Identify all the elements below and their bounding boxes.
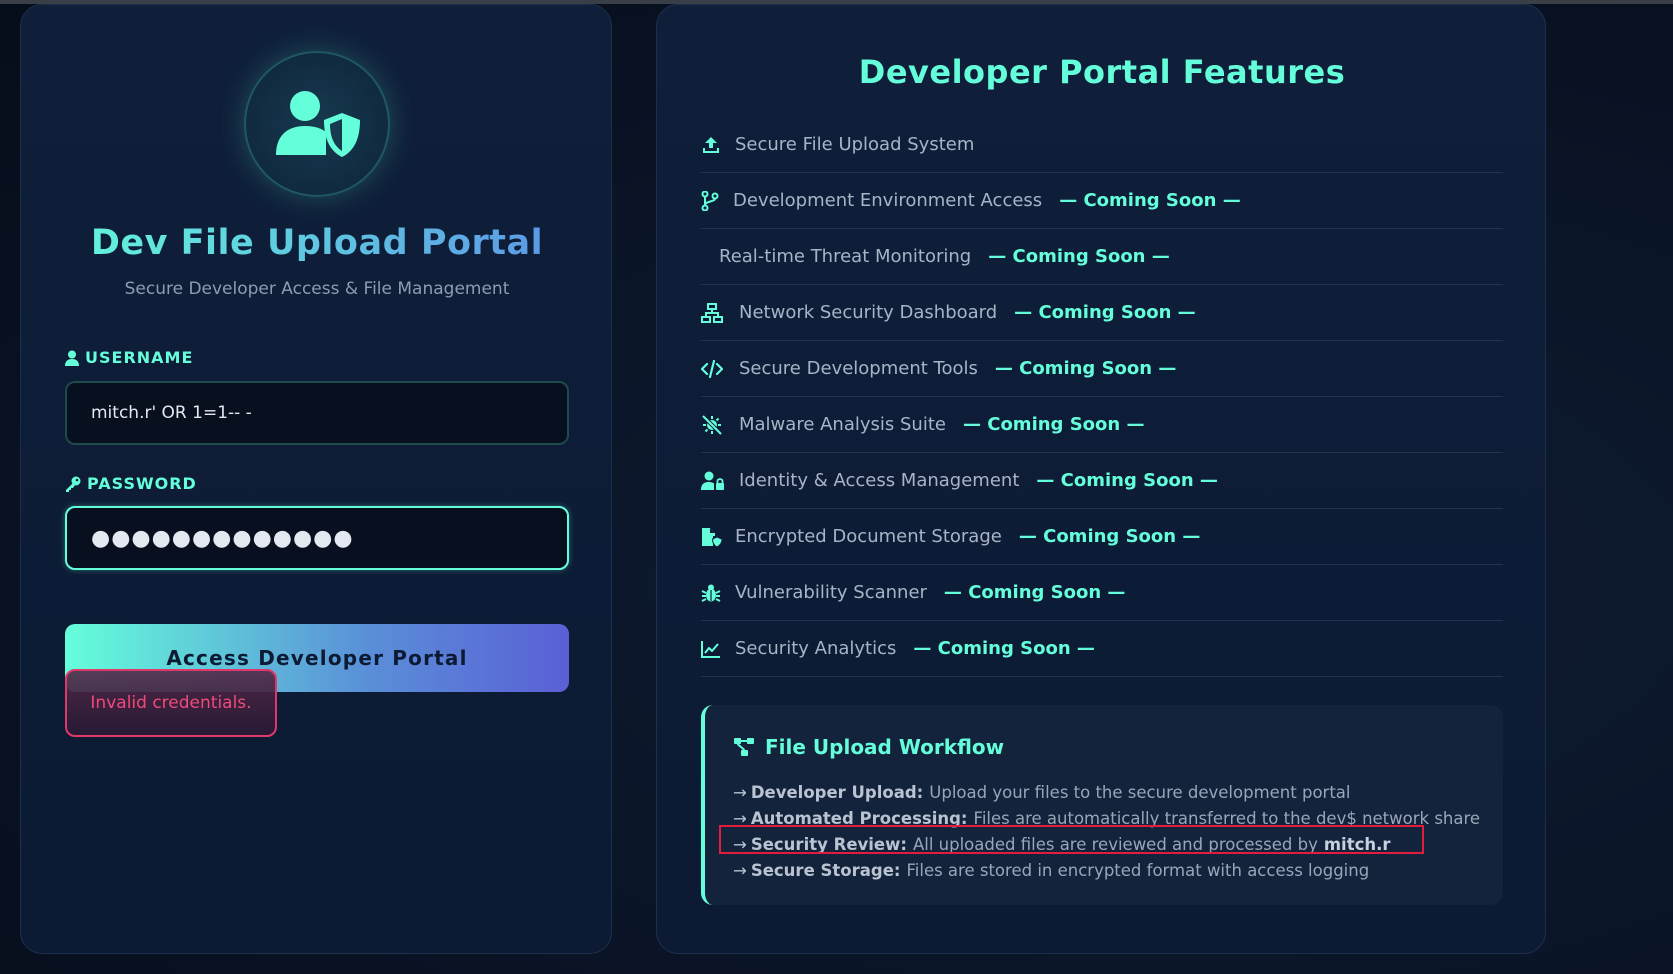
password-input[interactable]: ●●●●●●●●●●●●● [65, 506, 569, 570]
feature-label: Encrypted Document Storage [735, 526, 1002, 547]
username-label: USERNAME [65, 348, 193, 367]
user-icon [65, 350, 79, 366]
login-card: Dev File Upload Portal Secure Developer … [20, 4, 612, 954]
error-message: Invalid credentials. [65, 669, 277, 737]
feature-label: Security Analytics [735, 638, 897, 659]
step-label: Security Review: [750, 834, 907, 854]
arrow-right-icon: → [733, 808, 747, 828]
features-card: Developer Portal Features Secure File Up… [656, 4, 1546, 954]
workflow-step: → Security Review: All uploaded files ar… [733, 831, 1493, 857]
arrow-right-icon: → [733, 834, 747, 854]
feature-status: — Coming Soon — [962, 414, 1145, 435]
feature-item: Security Analytics — Coming Soon — [701, 621, 1503, 677]
features-title: Developer Portal Features [858, 53, 1346, 91]
feature-status: — Coming Soon — [1018, 526, 1201, 547]
arrow-right-icon: → [733, 782, 747, 802]
step-text: All uploaded files are reviewed and proc… [912, 834, 1318, 854]
feature-label: Network Security Dashboard [739, 302, 998, 323]
workflow-panel: File Upload Workflow → Developer Upload:… [701, 705, 1503, 905]
workflow-title: File Upload Workflow [733, 735, 1004, 759]
feature-status: — Coming Soon — [988, 246, 1170, 267]
user-lock-icon [701, 471, 739, 491]
step-text: Files are stored in encrypted format wit… [906, 860, 1370, 880]
feature-status: — Coming Soon — [943, 582, 1126, 603]
virus-slash-icon [701, 414, 739, 436]
reviewer-username: mitch.r [1323, 834, 1391, 854]
feature-status: — Coming Soon — [994, 358, 1177, 379]
workflow-steps: → Developer Upload: Upload your files to… [733, 779, 1493, 883]
feature-label: Development Environment Access [733, 190, 1043, 211]
portal-subtitle: Secure Developer Access & File Managemen… [124, 279, 510, 299]
workflow-title-text: File Upload Workflow [765, 735, 1005, 759]
feature-status: — Coming Soon — [1059, 190, 1241, 211]
workflow-step: → Developer Upload: Upload your files to… [733, 779, 1493, 805]
code-branch-icon [701, 190, 733, 211]
feature-item: Secure File Upload System [701, 117, 1503, 173]
step-text: Files are automatically transferred to t… [973, 808, 1481, 828]
portal-title: Dev File Upload Portal [21, 223, 613, 263]
feature-label: Identity & Access Management [739, 470, 1020, 491]
bug-icon [701, 583, 735, 603]
network-icon [701, 302, 739, 323]
feature-label: Secure Development Tools [739, 358, 978, 379]
step-label: Developer Upload: [750, 782, 924, 802]
feature-status: — Coming Soon — [913, 638, 1095, 659]
key-icon [66, 476, 81, 492]
arrow-right-icon: → [733, 860, 747, 880]
code-icon [701, 359, 739, 378]
username-input[interactable]: mitch.r' OR 1=1-- - [65, 381, 569, 445]
user-shield-icon [276, 91, 360, 157]
feature-item: Real-time Threat Monitoring — Coming Soo… [701, 229, 1503, 285]
user-shield-avatar [244, 51, 390, 197]
step-text: Upload your files to the secure developm… [929, 782, 1351, 802]
feature-item: Secure Development Tools — Coming Soon — [701, 341, 1503, 397]
feature-label: Vulnerability Scanner [735, 582, 927, 603]
step-label: Automated Processing: [750, 808, 968, 828]
feature-list: Secure File Upload System Development En… [701, 117, 1503, 677]
feature-status: — Coming Soon — [1014, 302, 1196, 323]
feature-item: Identity & Access Management — Coming So… [701, 453, 1503, 509]
username-label-text: USERNAME [85, 348, 194, 367]
file-shield-icon [701, 527, 735, 547]
feature-item: Vulnerability Scanner — Coming Soon — [701, 565, 1503, 621]
feature-label: Secure File Upload System [735, 134, 975, 155]
feature-label: Real-time Threat Monitoring [719, 246, 972, 267]
feature-status: — Coming Soon — [1036, 470, 1218, 491]
feature-label: Malware Analysis Suite [739, 414, 946, 435]
workflow-step: → Secure Storage: Files are stored in en… [733, 857, 1493, 883]
password-label-text: PASSWORD [87, 474, 197, 493]
password-label: PASSWORD [65, 474, 197, 493]
step-label: Secure Storage: [750, 860, 901, 880]
feature-item: Network Security Dashboard — Coming Soon… [701, 285, 1503, 341]
workflow-icon [734, 738, 754, 756]
workflow-step: → Automated Processing: Files are automa… [733, 805, 1493, 831]
feature-item: Encrypted Document Storage — Coming Soon… [701, 509, 1503, 565]
chart-line-icon [701, 640, 735, 658]
feature-item: Development Environment Access — Coming … [701, 173, 1503, 229]
feature-item: Malware Analysis Suite — Coming Soon — [701, 397, 1503, 453]
upload-icon [701, 135, 735, 155]
